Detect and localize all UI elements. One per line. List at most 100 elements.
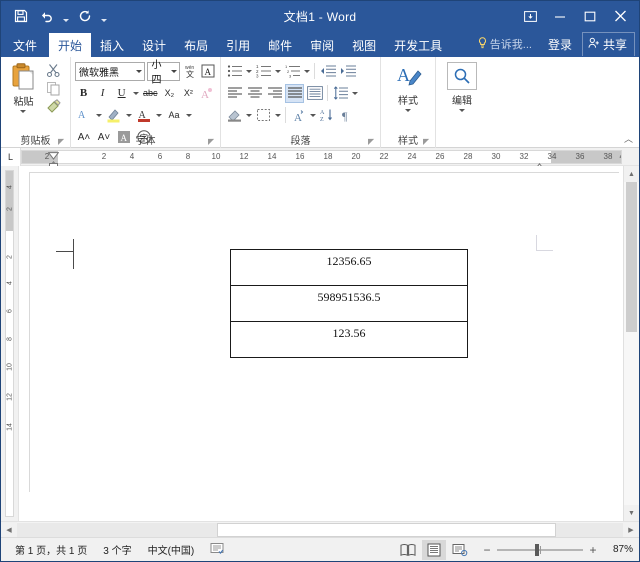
change-case-button[interactable]: Aa (165, 106, 183, 124)
tab-view[interactable]: 视图 (343, 33, 385, 57)
show-paragraph-marks-icon[interactable]: ¶ (338, 106, 357, 125)
language-indicator[interactable]: 中文(中国) (140, 542, 203, 557)
document-area[interactable]: 12356.65 598951536.5 123.56 ▲ ▼ (19, 166, 639, 521)
tab-references[interactable]: 引用 (217, 33, 259, 57)
horizontal-scroll-track[interactable] (17, 522, 623, 537)
collapse-ribbon-icon[interactable]: ︿ (624, 132, 633, 145)
horizontal-scrollbar[interactable]: ◀ ▶ (1, 521, 639, 538)
bullet-list-dropdown-icon[interactable] (245, 62, 253, 80)
undo-dropdown-icon[interactable] (61, 5, 71, 27)
shading-icon[interactable] (225, 106, 244, 125)
multilevel-list-icon[interactable]: 123 (283, 62, 302, 81)
tab-insert[interactable]: 插入 (91, 33, 133, 57)
styles-dropdown-icon[interactable] (405, 109, 411, 112)
tab-developer[interactable]: 开发工具 (385, 33, 451, 57)
document-table[interactable]: 12356.65 598951536.5 123.56 (230, 249, 468, 358)
paragraph-dialog-launcher-icon[interactable]: ◤ (368, 137, 377, 146)
tab-stop-selector[interactable]: L (1, 147, 21, 166)
decrease-indent-icon[interactable] (318, 62, 337, 81)
zoom-slider[interactable] (497, 543, 583, 556)
sort-az-icon[interactable]: AZ (318, 106, 337, 125)
asian-layout-dropdown-icon[interactable] (309, 106, 317, 124)
format-painter-icon[interactable] (46, 99, 62, 114)
tab-layout[interactable]: 布局 (175, 33, 217, 57)
shading-dropdown-icon[interactable] (245, 106, 253, 124)
tab-home[interactable]: 开始 (49, 33, 92, 57)
print-layout-icon[interactable] (422, 539, 446, 560)
copy-icon[interactable] (46, 81, 61, 96)
font-color-icon[interactable]: A (135, 106, 153, 124)
italic-button[interactable]: I (94, 84, 111, 102)
read-mode-icon[interactable] (396, 540, 420, 560)
align-left-icon[interactable] (225, 84, 244, 103)
redo-icon[interactable] (73, 5, 97, 27)
table-cell-value[interactable]: 123.56 (230, 321, 468, 358)
scroll-left-arrow-icon[interactable]: ◀ (1, 521, 17, 538)
word-count[interactable]: 3 个字 (95, 542, 139, 557)
align-right-icon[interactable] (265, 84, 284, 103)
horizontal-ruler-track[interactable]: 2 2 4 6 8 10 12 14 16 18 20 22 24 26 28 … (21, 149, 622, 164)
zoom-out-button[interactable]: − (482, 543, 492, 557)
table-cell-value[interactable]: 12356.65 (230, 249, 468, 286)
distribute-icon[interactable] (305, 84, 324, 103)
zoom-level-label[interactable]: 87% (603, 544, 633, 555)
font-name-input[interactable]: 微软雅黑 (75, 61, 146, 81)
text-highlight-dropdown-icon[interactable] (95, 106, 103, 124)
character-border-icon[interactable]: A (200, 62, 216, 80)
vertical-scroll-track[interactable] (624, 332, 639, 505)
strikethrough-button[interactable]: abc (142, 84, 159, 102)
bold-button[interactable]: B (75, 84, 92, 102)
underline-button[interactable]: U (113, 84, 130, 102)
styles-dialog-launcher-icon[interactable]: ◤ (423, 137, 432, 146)
scroll-down-arrow-icon[interactable]: ▼ (624, 505, 639, 521)
asian-layout-icon[interactable]: A (289, 106, 308, 125)
subscript-button[interactable]: X₂ (161, 84, 178, 102)
zoom-slider-thumb[interactable] (534, 543, 539, 556)
borders-icon[interactable] (254, 106, 273, 125)
horizontal-scroll-thumb[interactable] (216, 522, 557, 537)
web-layout-icon[interactable] (448, 540, 472, 560)
phonetic-guide-icon[interactable]: wén 文 (182, 62, 198, 80)
table-cell-value[interactable]: 598951536.5 (230, 285, 468, 322)
document-page[interactable]: 12356.65 598951536.5 123.56 (29, 172, 619, 492)
paste-dropdown-icon[interactable] (20, 110, 27, 113)
vertical-scrollbar[interactable]: ▲ ▼ (623, 166, 639, 521)
minimize-icon[interactable] (545, 3, 575, 29)
save-icon[interactable] (9, 5, 33, 27)
table-row[interactable]: 123.56 (230, 321, 468, 358)
edit-button[interactable] (447, 62, 477, 90)
clipboard-dialog-launcher-icon[interactable]: ◤ (58, 137, 67, 146)
edit-dropdown-icon[interactable] (459, 109, 465, 112)
highlight-color-dropdown-icon[interactable] (125, 106, 133, 124)
cut-scissors-icon[interactable] (46, 63, 61, 78)
share-button[interactable]: 共享 (581, 32, 635, 56)
text-highlight-icon[interactable]: A (75, 106, 93, 124)
numbered-list-icon[interactable]: 123 (254, 62, 273, 81)
align-center-icon[interactable] (245, 84, 264, 103)
sign-in-button[interactable]: 登录 (540, 32, 580, 56)
line-spacing-icon[interactable] (331, 84, 350, 103)
table-row[interactable]: 12356.65 (230, 249, 468, 286)
font-color-dropdown-icon[interactable] (155, 106, 163, 124)
customize-qat-icon[interactable] (99, 5, 109, 27)
text-effects-icon[interactable]: A (199, 84, 216, 102)
undo-icon[interactable] (35, 5, 59, 27)
proofing-errors-icon[interactable] (202, 542, 232, 558)
font-dialog-launcher-icon[interactable]: ◤ (208, 137, 217, 146)
page-info[interactable]: 第 1 页，共 1 页 (7, 542, 95, 557)
tab-file[interactable]: 文件 (1, 33, 49, 57)
scroll-right-arrow-icon[interactable]: ▶ (623, 521, 639, 538)
multilevel-list-dropdown-icon[interactable] (303, 62, 311, 80)
tab-review[interactable]: 审阅 (301, 33, 343, 57)
font-size-dropdown-icon[interactable] (171, 69, 177, 73)
scroll-up-arrow-icon[interactable]: ▲ (624, 166, 639, 182)
table-row[interactable]: 598951536.5 (230, 285, 468, 322)
zoom-in-button[interactable]: + (588, 543, 598, 557)
numbered-list-dropdown-icon[interactable] (274, 62, 282, 80)
tab-design[interactable]: 设计 (133, 33, 175, 57)
highlight-color-icon[interactable] (105, 106, 123, 124)
borders-dropdown-icon[interactable] (274, 106, 282, 124)
vertical-ruler[interactable]: 4 2 2 4 6 8 10 12 14 (1, 166, 19, 521)
line-spacing-dropdown-icon[interactable] (351, 84, 359, 102)
underline-dropdown-icon[interactable] (132, 84, 140, 102)
